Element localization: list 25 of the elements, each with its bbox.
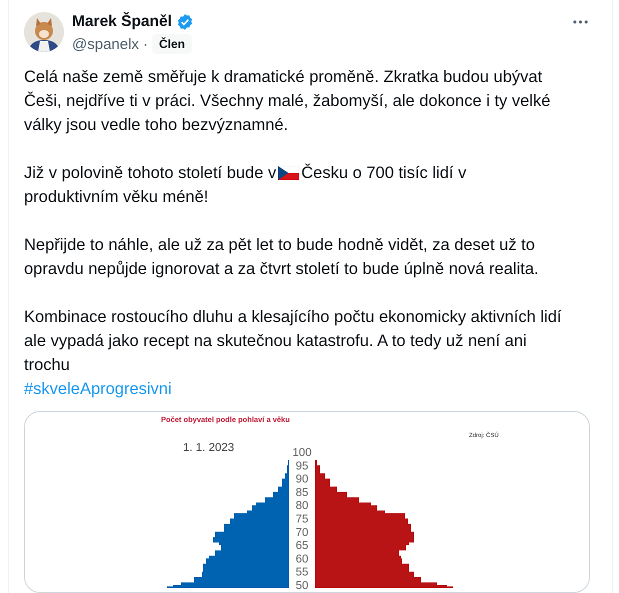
post-text: Již v polovině tohoto století bude v xyxy=(24,164,276,182)
post-paragraph: Nepřijde to náhle, ale už za pět let to bude hodně vidět, za deset už to opravdu nepůjde ignorovat a za čtvrt století to bude úplně nová realita. xyxy=(24,235,540,280)
separator: · xyxy=(142,36,148,52)
more-icon[interactable] xyxy=(572,20,589,24)
age-tick-label: 60 xyxy=(296,553,308,566)
age-tick-label: 70 xyxy=(296,526,308,539)
post-text: Česku o 700 tisíc lidí v xyxy=(301,164,466,182)
age-tick-label: 65 xyxy=(296,540,308,552)
avatar-icon[interactable] xyxy=(24,12,64,52)
age-tick-label: 90 xyxy=(296,474,308,486)
post-paragraph: Kombinace rostoucího dluhu a klesajícího počtu ekonomicky aktivních lidí ale vypadá jako recept na skutečnou katastrofu. A to tedy už není ani trochu xyxy=(24,307,562,376)
age-tick-label: 50 xyxy=(296,580,308,592)
flag-icon xyxy=(278,166,300,180)
author-name[interactable]: Marek Španěl xyxy=(72,13,172,31)
author-handle[interactable]: @spanelx xyxy=(72,36,139,52)
age-tick-label: 100 xyxy=(292,447,312,459)
member-badge[interactable]: Člen xyxy=(152,34,192,54)
age-tick-label: 85 xyxy=(296,486,308,499)
date-label: 1. 1. 2023 xyxy=(183,442,234,454)
age-tick-label: 80 xyxy=(296,500,308,512)
age-tick-label: 75 xyxy=(296,514,308,526)
post-paragraph: Celá naše země směřuje k dramatické proměně. Zkratka budou ubývat Češi, nejdříve ti v práci. Všechny malé, žabomyší, ale dokonce i ty velké války jsou vedle toho bezvýznamné. xyxy=(24,67,552,136)
age-tick-label: 55 xyxy=(296,566,308,579)
age-tick-label: 95 xyxy=(296,460,308,472)
post-text: produktivním věku méně! xyxy=(24,188,208,206)
